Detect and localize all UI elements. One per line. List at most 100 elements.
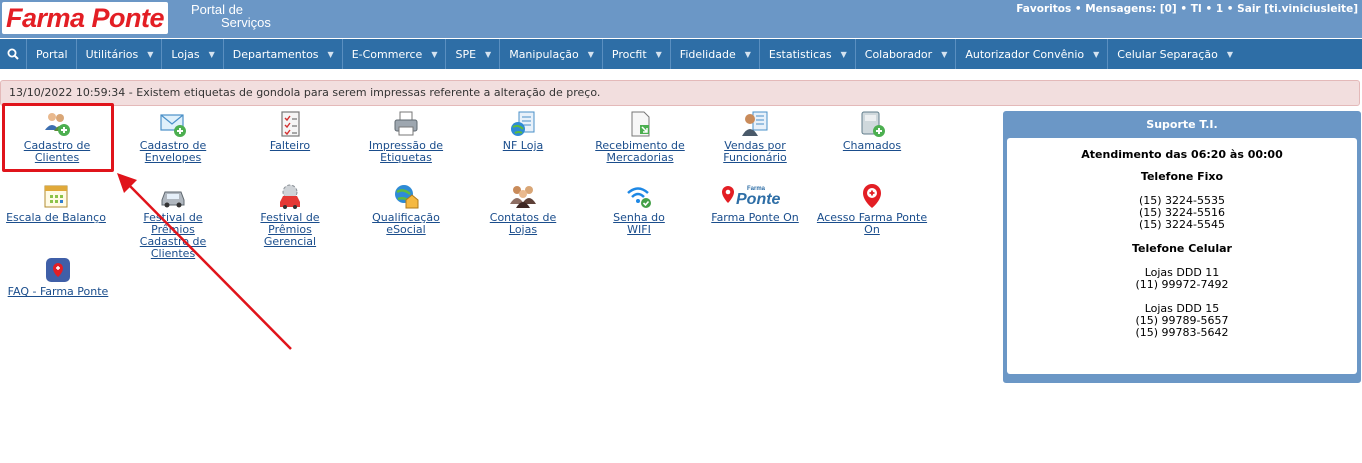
shortcut-vendas-funcionario[interactable]: Vendas por Funcionário bbox=[712, 110, 798, 164]
shortcut-impressao-etiquetas[interactable]: Impressão de Etiquetas bbox=[360, 110, 452, 164]
nav-procfit[interactable]: Procfit ▼ bbox=[603, 39, 671, 69]
nav-label: E-Commerce bbox=[351, 47, 423, 61]
shortcut-label: Farma Ponte On bbox=[711, 211, 799, 224]
envelope-add-icon bbox=[159, 110, 187, 138]
shortcut-label: Lojas bbox=[508, 223, 538, 236]
nav-label: Estatisticas bbox=[768, 47, 832, 61]
suporte-content: Atendimento das 06:20 às 00:00 Telefone … bbox=[1007, 138, 1357, 374]
nav-label: SPE bbox=[455, 47, 477, 61]
nav-label: Autorizador Convênio bbox=[965, 47, 1085, 61]
document-import-icon bbox=[626, 110, 654, 138]
phone-number: (11) 99972-7492 bbox=[1135, 278, 1229, 291]
checklist-icon bbox=[276, 110, 304, 138]
portal-title-line2: Serviços bbox=[221, 15, 271, 30]
suporte-title: Suporte T.I. bbox=[1146, 118, 1218, 131]
phone-number: (15) 3224-5545 bbox=[1138, 218, 1226, 231]
nav-search-button[interactable] bbox=[0, 39, 27, 69]
caret-down-icon: ▼ bbox=[208, 49, 215, 59]
nav-ecommerce[interactable]: E-Commerce ▼ bbox=[343, 39, 447, 69]
phone-add-icon bbox=[858, 110, 886, 138]
shortcut-label: NF Loja bbox=[502, 139, 544, 152]
shortcut-senha-wifi[interactable]: Senha do WIFI bbox=[604, 182, 674, 236]
shortcut-chamados[interactable]: Chamados bbox=[836, 110, 908, 152]
farma-ponte-logo[interactable]: Farma Ponte bbox=[2, 2, 169, 34]
nav-label: Utilitários bbox=[85, 47, 139, 61]
nav-estatisticas[interactable]: Estatisticas ▼ bbox=[760, 39, 856, 69]
nav-label: Portal bbox=[36, 47, 68, 61]
header: Farma Ponte Portal de Serviços Favoritos… bbox=[0, 0, 1362, 38]
nav-colaborador[interactable]: Colaborador ▼ bbox=[856, 39, 957, 69]
shortcut-label: Clientes bbox=[150, 247, 196, 260]
phone-number: (15) 99783-5642 bbox=[1135, 326, 1229, 339]
nav-label: Manipulação bbox=[509, 47, 579, 61]
employee-sales-icon bbox=[741, 110, 769, 138]
shortcut-label: Chamados bbox=[842, 139, 902, 152]
shortcut-label: Etiquetas bbox=[380, 151, 432, 164]
shortcut-label: On bbox=[864, 223, 880, 236]
shortcut-nf-loja[interactable]: NF Loja bbox=[488, 110, 558, 152]
suporte-ti-panel: Suporte T.I. Atendimento das 06:20 às 00… bbox=[1003, 111, 1361, 383]
caret-down-icon: ▼ bbox=[744, 49, 751, 59]
caret-down-icon: ▼ bbox=[655, 49, 662, 59]
globe-house-icon bbox=[392, 182, 420, 210]
shortcut-label: Funcionário bbox=[723, 151, 787, 164]
nav-utilitarios[interactable]: Utilitários ▼ bbox=[77, 39, 163, 69]
globe-document-icon bbox=[509, 110, 537, 138]
nav-fidelidade[interactable]: Fidelidade ▼ bbox=[671, 39, 760, 69]
shortcut-qualificacao-esocial[interactable]: Qualificação eSocial bbox=[363, 182, 449, 236]
search-icon bbox=[7, 48, 19, 60]
user-bar[interactable]: Favoritos • Mensagens: [0] • TI • 1 • Sa… bbox=[1016, 3, 1358, 15]
shortcut-acesso-farma-ponte-on[interactable]: Acesso Farma Ponte On bbox=[812, 182, 932, 236]
shortcut-label: Gerencial bbox=[263, 235, 317, 248]
shortcut-faq[interactable]: FAQ - Farma Ponte bbox=[2, 256, 114, 298]
nav-label: Celular Separação bbox=[1117, 47, 1218, 61]
shortcut-label: WIFI bbox=[627, 223, 651, 236]
caret-down-icon: ▼ bbox=[1226, 49, 1233, 59]
caret-down-icon: ▼ bbox=[147, 49, 154, 59]
calendar-icon bbox=[42, 182, 70, 210]
nav-spe[interactable]: SPE ▼ bbox=[446, 39, 501, 69]
wifi-check-icon bbox=[625, 182, 653, 210]
nav-label: Departamentos bbox=[232, 47, 319, 61]
main-nav: Portal Utilitários ▼ Lojas ▼ Departamentos… bbox=[0, 39, 1362, 69]
shortcut-cadastro-envelopes[interactable]: Cadastro de Envelopes bbox=[127, 110, 219, 164]
printer-icon bbox=[392, 110, 420, 138]
shortcut-escala-balanco[interactable]: Escala de Balanço bbox=[4, 182, 108, 224]
caret-down-icon: ▼ bbox=[431, 49, 438, 59]
caret-down-icon: ▼ bbox=[587, 49, 594, 59]
location-pin-icon bbox=[858, 182, 886, 210]
farma-ponte-logo: Farma Ponte bbox=[720, 182, 790, 210]
caret-down-icon: ▼ bbox=[1093, 49, 1100, 59]
atendimento-hours: Atendimento das 06:20 às 00:00 bbox=[1081, 148, 1283, 161]
car-gear-icon bbox=[276, 182, 304, 210]
price-label-alert: 13/10/2022 10:59:34 - Existem etiquetas … bbox=[0, 80, 1360, 106]
shortcut-contatos-lojas[interactable]: Contatos de Lojas bbox=[482, 182, 564, 236]
caret-down-icon: ▼ bbox=[840, 49, 847, 59]
shortcut-festival-gerencial[interactable]: Festival de Prêmios Gerencial bbox=[246, 182, 334, 248]
telefone-fixo-title: Telefone Fixo bbox=[1140, 170, 1224, 183]
shortcut-recebimento-mercadorias[interactable]: Recebimento de Mercadorias bbox=[590, 110, 690, 164]
caret-down-icon: ▼ bbox=[485, 49, 492, 59]
nav-label: Colaborador bbox=[864, 47, 933, 61]
nav-celular-separacao[interactable]: Celular Separação ▼ bbox=[1108, 39, 1241, 69]
telefone-celular-title: Telefone Celular bbox=[1132, 242, 1232, 255]
shortcut-festival-cadastro[interactable]: Festival de Prêmios Cadastro de Clientes bbox=[128, 182, 218, 260]
nav-portal[interactable]: Portal bbox=[27, 39, 77, 69]
nav-lojas[interactable]: Lojas ▼ bbox=[162, 39, 224, 69]
nav-label: Procfit bbox=[611, 47, 647, 61]
nav-manipulacao[interactable]: Manipulação ▼ bbox=[500, 39, 603, 69]
shortcut-label: Mercadorias bbox=[606, 151, 674, 164]
caret-down-icon: ▼ bbox=[327, 49, 334, 59]
nav-label: Lojas bbox=[171, 47, 200, 61]
shortcut-farma-ponte-on[interactable]: Farma Ponte Farma Ponte On bbox=[704, 182, 806, 224]
shortcut-label: Escala de Balanço bbox=[6, 211, 106, 224]
nav-autorizador-convenio[interactable]: Autorizador Convênio ▼ bbox=[956, 39, 1109, 69]
shortcut-falteiro[interactable]: Falteiro bbox=[255, 110, 325, 152]
farma-ponte-logo-big: Ponte bbox=[736, 191, 781, 208]
nav-departamentos[interactable]: Departamentos ▼ bbox=[224, 39, 343, 69]
faq-app-icon bbox=[44, 256, 72, 284]
portal-title: Portal de Serviços bbox=[191, 3, 271, 29]
caret-down-icon: ▼ bbox=[941, 49, 948, 59]
car-icon bbox=[159, 182, 187, 210]
shortcut-label: Envelopes bbox=[144, 151, 202, 164]
